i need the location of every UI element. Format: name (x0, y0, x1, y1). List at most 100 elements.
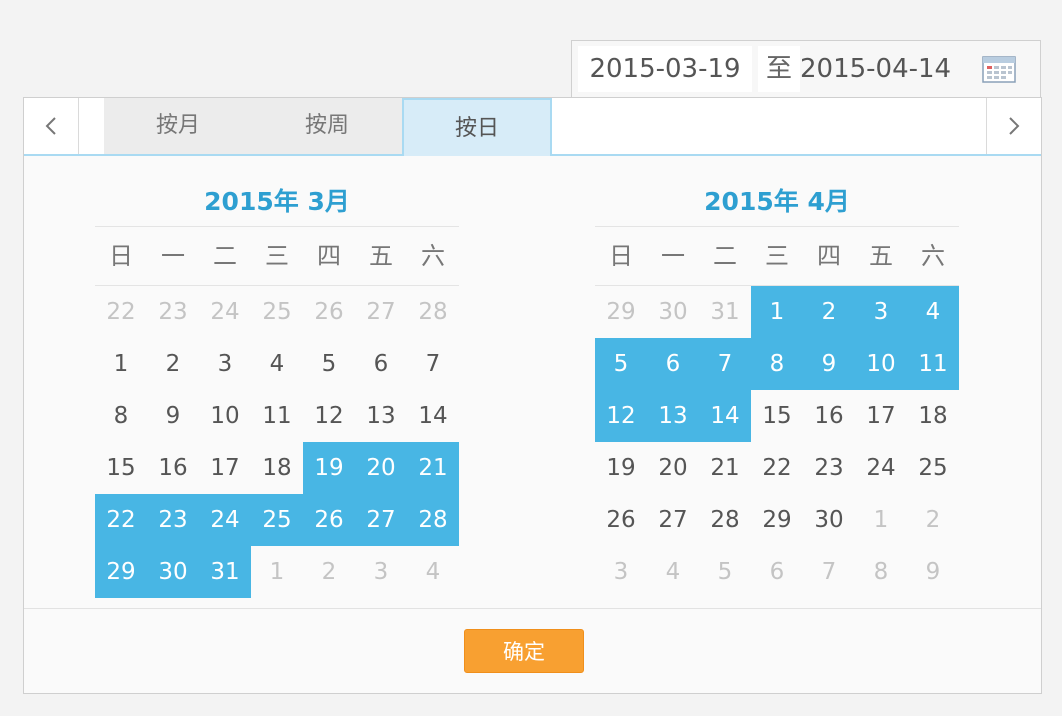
day-cell[interactable]: 8 (95, 390, 147, 442)
day-cell[interactable]: 18 (907, 390, 959, 442)
day-cell-selected[interactable]: 1 (751, 286, 803, 338)
day-cell-other-month[interactable]: 2 (907, 494, 959, 546)
day-cell-other-month[interactable]: 26 (303, 286, 355, 338)
day-cell[interactable]: 18 (251, 442, 303, 494)
day-cell[interactable]: 3 (199, 338, 251, 390)
day-cell-selected[interactable]: 14 (699, 390, 751, 442)
day-cell[interactable]: 9 (147, 390, 199, 442)
day-cell-selected[interactable]: 11 (907, 338, 959, 390)
week-row: 19 20 21 22 23 24 25 (595, 442, 959, 494)
day-cell-selected[interactable]: 23 (147, 494, 199, 546)
day-cell-selected[interactable]: 28 (407, 494, 459, 546)
day-cell-selected[interactable]: 13 (647, 390, 699, 442)
day-cell-selected[interactable]: 19 (303, 442, 355, 494)
weekday-label: 一 (161, 242, 185, 270)
day-cell[interactable]: 25 (907, 442, 959, 494)
day-cell[interactable]: 24 (855, 442, 907, 494)
day-cell-other-month[interactable]: 3 (595, 546, 647, 598)
week-row: 29 30 31 1 2 3 4 (595, 286, 959, 338)
day-cell-selected[interactable]: 3 (855, 286, 907, 338)
day-cell-other-month[interactable]: 1 (251, 546, 303, 598)
day-cell-selected[interactable]: 5 (595, 338, 647, 390)
day-cell-selected[interactable]: 2 (803, 286, 855, 338)
day-cell-selected[interactable]: 27 (355, 494, 407, 546)
day-cell[interactable]: 6 (355, 338, 407, 390)
day-cell[interactable]: 15 (751, 390, 803, 442)
day-cell-other-month[interactable]: 7 (803, 546, 855, 598)
day-cell-selected[interactable]: 10 (855, 338, 907, 390)
day-cell[interactable]: 16 (147, 442, 199, 494)
day-cell-selected[interactable]: 30 (147, 546, 199, 598)
day-cell[interactable]: 2 (147, 338, 199, 390)
day-cell[interactable]: 19 (595, 442, 647, 494)
day-cell[interactable]: 7 (407, 338, 459, 390)
day-cell-selected[interactable]: 24 (199, 494, 251, 546)
day-cell-other-month[interactable]: 4 (407, 546, 459, 598)
day-cell-other-month[interactable]: 4 (647, 546, 699, 598)
day-cell[interactable]: 13 (355, 390, 407, 442)
day-cell[interactable]: 29 (751, 494, 803, 546)
date-range-input[interactable]: 2015-03-19 至 2015-04-14 (571, 40, 1041, 98)
day-cell[interactable]: 20 (647, 442, 699, 494)
day-cell-selected[interactable]: 7 (699, 338, 751, 390)
day-cell-selected[interactable]: 6 (647, 338, 699, 390)
day-cell[interactable]: 22 (751, 442, 803, 494)
day-cell-selected[interactable]: 4 (907, 286, 959, 338)
day-cell-other-month[interactable]: 27 (355, 286, 407, 338)
day-cell[interactable]: 27 (647, 494, 699, 546)
day-cell-selected[interactable]: 29 (95, 546, 147, 598)
tab-by-week[interactable]: 按周 (252, 98, 402, 154)
day-cell-other-month[interactable]: 2 (303, 546, 355, 598)
calendar-icon[interactable] (982, 55, 1016, 87)
day-cell-other-month[interactable]: 30 (647, 286, 699, 338)
day-cell-selected[interactable]: 9 (803, 338, 855, 390)
day-cell-other-month[interactable]: 3 (355, 546, 407, 598)
day-cell-selected[interactable]: 20 (355, 442, 407, 494)
day-cell-selected[interactable]: 26 (303, 494, 355, 546)
day-cell[interactable]: 12 (303, 390, 355, 442)
range-end-date[interactable]: 2015-04-14 (800, 46, 960, 92)
day-cell-selected[interactable]: 22 (95, 494, 147, 546)
day-cell[interactable]: 16 (803, 390, 855, 442)
day-cell[interactable]: 26 (595, 494, 647, 546)
weekday-label: 五 (869, 242, 893, 270)
day-cell[interactable]: 11 (251, 390, 303, 442)
day-cell[interactable]: 17 (855, 390, 907, 442)
day-cell-other-month[interactable]: 6 (751, 546, 803, 598)
tab-by-day[interactable]: 按日 (402, 98, 552, 156)
day-cell-other-month[interactable]: 8 (855, 546, 907, 598)
day-cell[interactable]: 1 (95, 338, 147, 390)
day-cell-other-month[interactable]: 23 (147, 286, 199, 338)
week-row: 15 16 17 18 19 20 21 (95, 442, 459, 494)
day-cell[interactable]: 17 (199, 442, 251, 494)
day-cell[interactable]: 5 (303, 338, 355, 390)
day-cell-selected[interactable]: 21 (407, 442, 459, 494)
day-cell[interactable]: 28 (699, 494, 751, 546)
day-cell[interactable]: 30 (803, 494, 855, 546)
day-cell[interactable]: 10 (199, 390, 251, 442)
weekday-header: 日一二三四五六 (95, 227, 459, 286)
day-cell-selected[interactable]: 25 (251, 494, 303, 546)
day-cell-other-month[interactable]: 1 (855, 494, 907, 546)
range-start-date[interactable]: 2015-03-19 (578, 46, 752, 92)
prev-button[interactable] (24, 98, 79, 154)
day-cell[interactable]: 15 (95, 442, 147, 494)
day-cell-other-month[interactable]: 25 (251, 286, 303, 338)
day-cell[interactable]: 21 (699, 442, 751, 494)
day-cell-selected[interactable]: 8 (751, 338, 803, 390)
day-cell-selected[interactable]: 12 (595, 390, 647, 442)
day-cell[interactable]: 4 (251, 338, 303, 390)
day-cell-other-month[interactable]: 28 (407, 286, 459, 338)
day-cell-other-month[interactable]: 24 (199, 286, 251, 338)
day-cell[interactable]: 23 (803, 442, 855, 494)
tab-by-month[interactable]: 按月 (104, 98, 252, 154)
day-cell-other-month[interactable]: 29 (595, 286, 647, 338)
day-cell-selected[interactable]: 31 (199, 546, 251, 598)
day-cell-other-month[interactable]: 5 (699, 546, 751, 598)
day-cell-other-month[interactable]: 22 (95, 286, 147, 338)
day-cell-other-month[interactable]: 31 (699, 286, 751, 338)
next-button[interactable] (986, 98, 1041, 154)
day-cell[interactable]: 14 (407, 390, 459, 442)
confirm-button[interactable]: 确定 (464, 629, 584, 673)
day-cell-other-month[interactable]: 9 (907, 546, 959, 598)
